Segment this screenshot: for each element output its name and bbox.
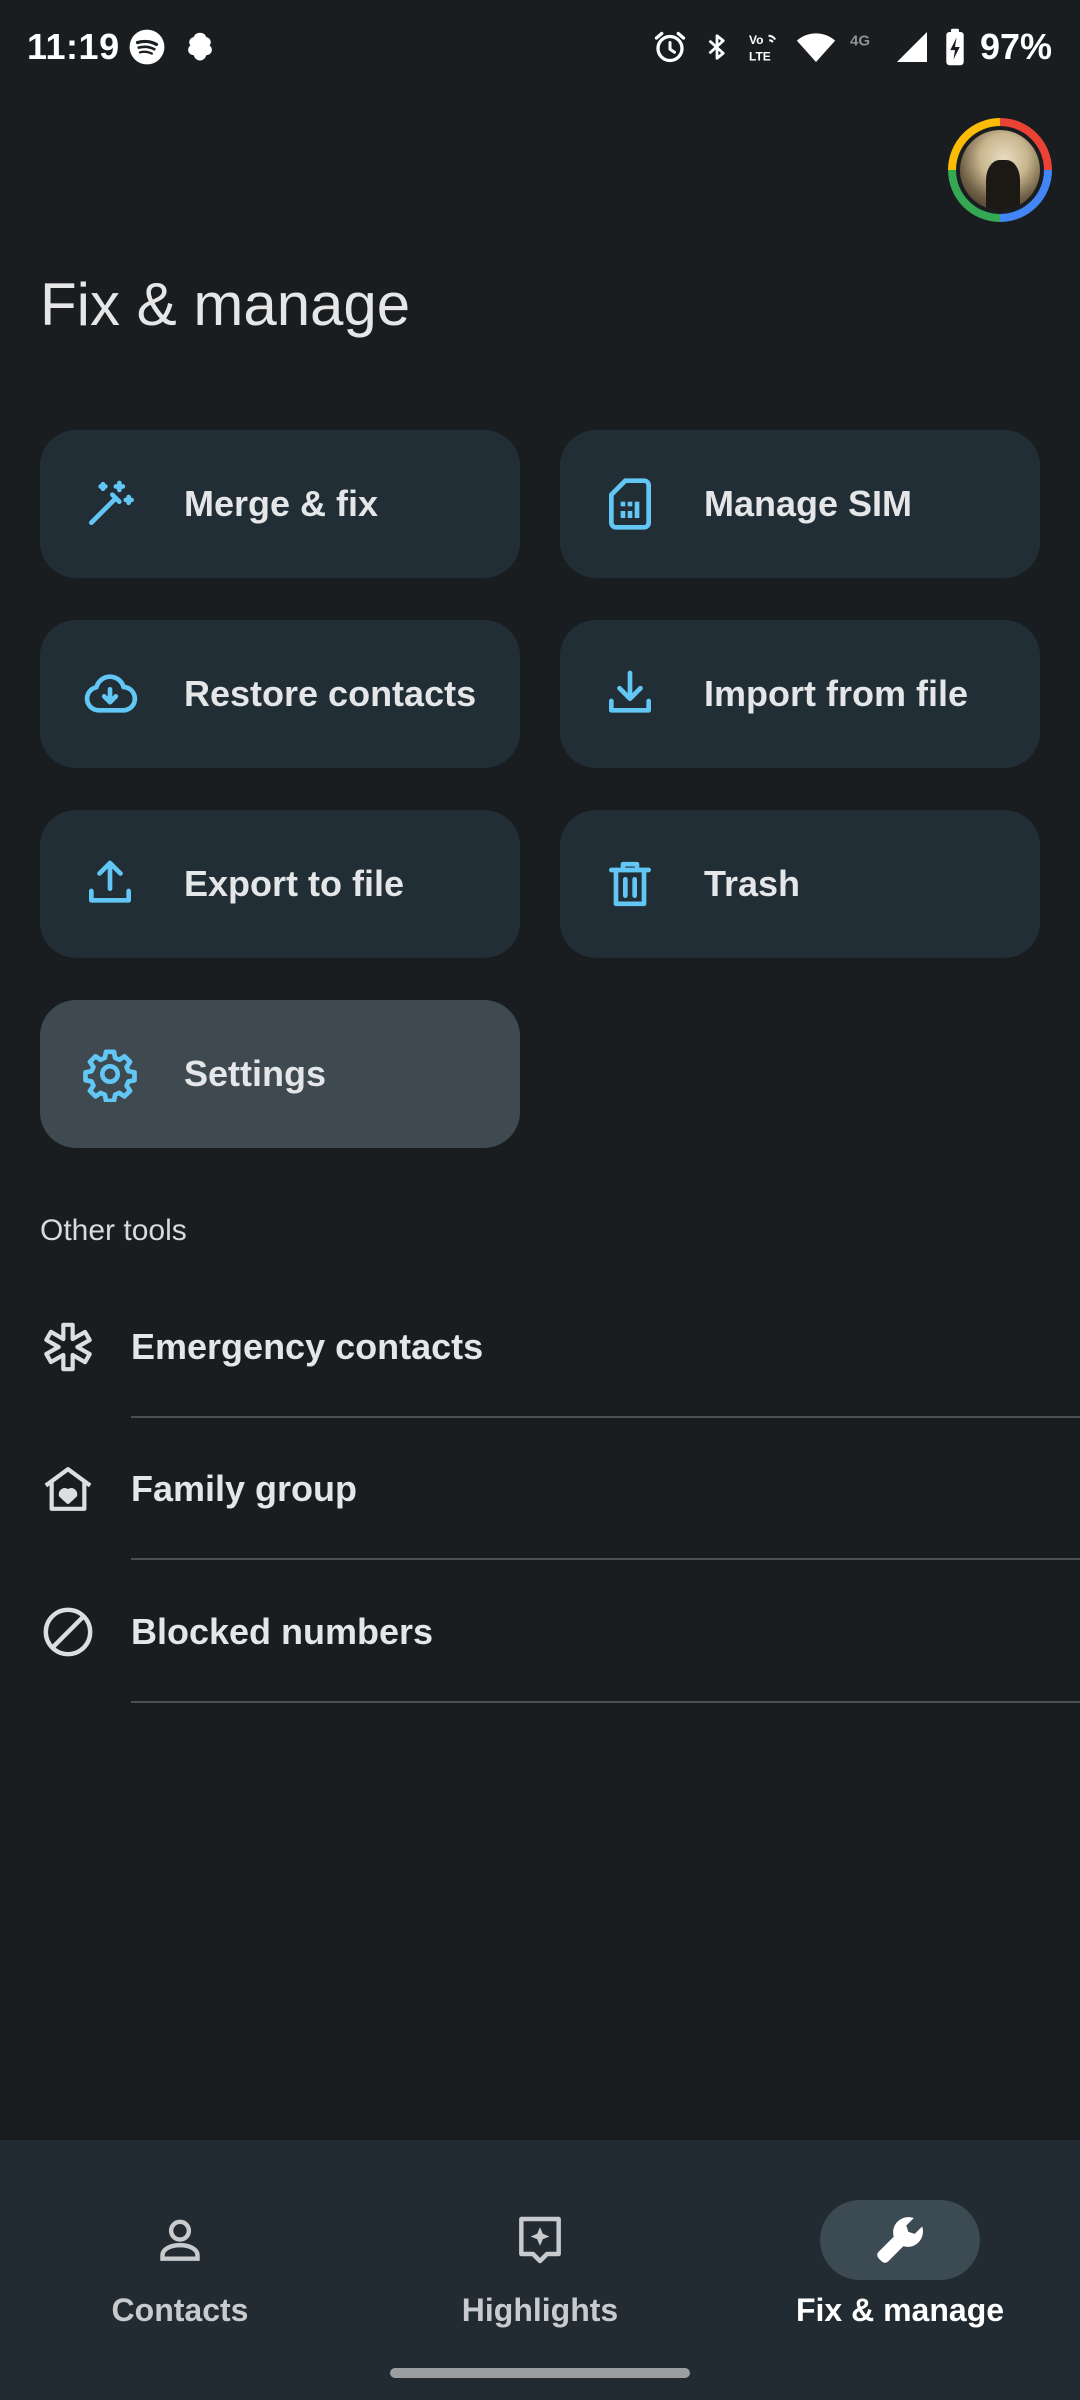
account-avatar[interactable]: [948, 118, 1052, 222]
battery-charging-icon: [944, 28, 966, 66]
list-item-blocked-numbers[interactable]: Blocked numbers: [0, 1561, 1080, 1703]
download-icon: [602, 666, 658, 722]
volte-icon: Vo LTE: [746, 29, 782, 65]
settings-button[interactable]: Settings: [40, 1000, 520, 1148]
nav-highlights[interactable]: Highlights: [360, 2170, 720, 2330]
sparkle-box-icon: [512, 2212, 568, 2268]
settings-label: Settings: [184, 1053, 327, 1094]
trash-icon: [602, 856, 658, 912]
other-tools-header: Other tools: [40, 1214, 187, 1247]
bluetooth-icon: [702, 29, 732, 65]
status-time: 11:19: [27, 26, 120, 67]
page-title: Fix & manage: [40, 271, 411, 338]
merge-fix-label: Merge & fix: [184, 483, 379, 524]
bottom-navigation: Contacts Highlights Fix & manage: [0, 2140, 1080, 2400]
magic-wand-icon: [82, 476, 138, 532]
spotify-icon: [128, 28, 166, 66]
trash-label: Trash: [704, 863, 801, 904]
bug-notification-icon: [180, 28, 220, 66]
avatar-photo: [960, 130, 1040, 210]
blocked-numbers-label: Blocked numbers: [131, 1611, 434, 1652]
network-4g-icon: 4G: [850, 29, 880, 65]
import-from-file-label: Import from file: [704, 673, 969, 714]
upload-icon: [82, 856, 138, 912]
battery-percentage: 97%: [979, 26, 1052, 67]
medical-asterisk-icon: [40, 1319, 96, 1375]
gear-icon: [82, 1046, 138, 1102]
svg-text:4G: 4G: [850, 33, 870, 50]
family-home-icon: [40, 1461, 96, 1517]
trash-button[interactable]: Trash: [560, 810, 1040, 958]
emergency-contacts-label: Emergency contacts: [131, 1326, 484, 1367]
merge-fix-button[interactable]: Merge & fix: [40, 430, 520, 578]
person-icon: [152, 2212, 208, 2268]
status-left-icons: [128, 28, 220, 66]
alarm-icon: [652, 29, 688, 65]
family-group-label: Family group: [131, 1468, 358, 1509]
restore-contacts-button[interactable]: Restore contacts: [40, 620, 520, 768]
import-from-file-button[interactable]: Import from file: [560, 620, 1040, 768]
status-right-icons: Vo LTE 4G 97%: [652, 26, 1052, 68]
manage-sim-label: Manage SIM: [704, 483, 913, 524]
wrench-icon: [872, 2212, 928, 2268]
sim-card-icon: [602, 476, 658, 532]
list-item-family-group[interactable]: Family group: [0, 1418, 1080, 1560]
divider: [131, 1701, 1080, 1703]
wifi-icon: [796, 30, 836, 64]
cloud-download-icon: [82, 666, 138, 722]
export-to-file-button[interactable]: Export to file: [40, 810, 520, 958]
manage-sim-button[interactable]: Manage SIM: [560, 430, 1040, 578]
svg-text:Vo: Vo: [749, 33, 763, 47]
block-icon: [40, 1604, 96, 1660]
nav-fix-manage[interactable]: Fix & manage: [720, 2170, 1080, 2330]
restore-contacts-label: Restore contacts: [184, 673, 477, 714]
nav-fix-manage-label: Fix & manage: [795, 2292, 1005, 2328]
status-bar: 11:19 Vo LTE 4G 97%: [0, 0, 1080, 100]
gesture-navigation-bar[interactable]: [390, 2368, 690, 2378]
export-to-file-label: Export to file: [184, 863, 405, 904]
nav-highlights-label: Highlights: [461, 2292, 619, 2328]
svg-text:LTE: LTE: [749, 50, 771, 64]
nav-contacts-label: Contacts: [111, 2292, 249, 2328]
divider: [131, 1558, 1080, 1560]
nav-contacts[interactable]: Contacts: [0, 2170, 360, 2330]
cell-signal-icon: [894, 29, 930, 65]
list-item-emergency-contacts[interactable]: Emergency contacts: [0, 1276, 1080, 1418]
